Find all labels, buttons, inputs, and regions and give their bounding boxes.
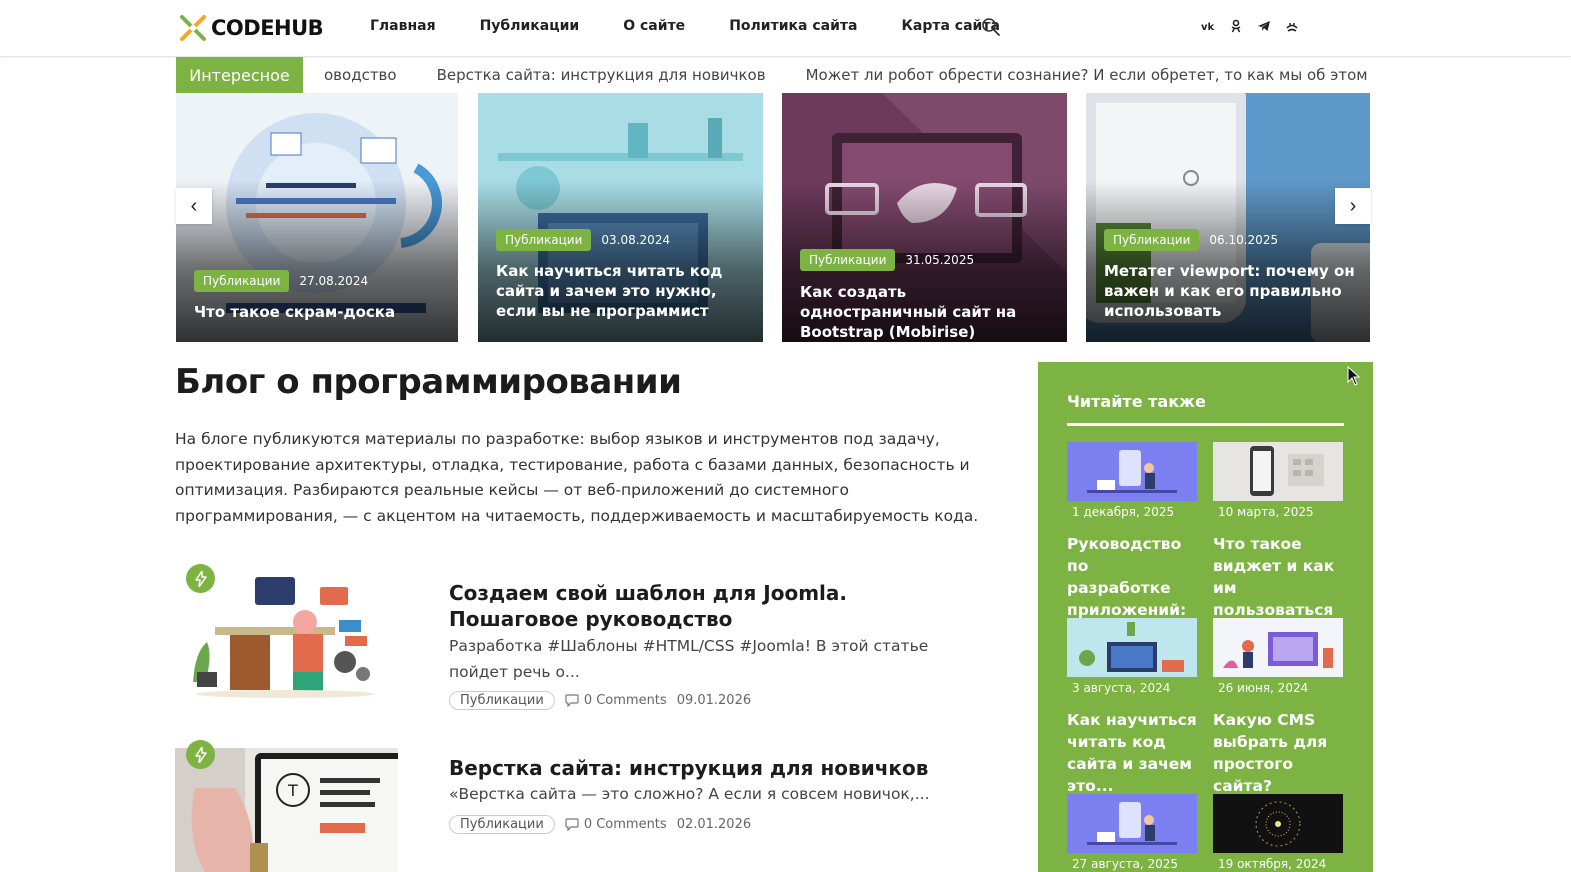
related-card[interactable]: 19 октября, 2024 xyxy=(1213,794,1343,871)
card-image xyxy=(1067,794,1197,853)
post-meta: Публикации 0 Comments 02.01.2026 xyxy=(449,815,751,834)
category-chip[interactable]: Публикации xyxy=(449,815,555,834)
mouse-cursor-icon xyxy=(1347,366,1361,386)
card-date: 3 августа, 2024 xyxy=(1072,681,1171,695)
slide-title[interactable]: Метатег viewport: почему он важен и как … xyxy=(1104,261,1356,321)
slide-card[interactable]: Публикации 27.08.2024 Что такое скрам-до… xyxy=(176,93,458,342)
nav-policy[interactable]: Политика сайта xyxy=(729,18,857,34)
slider-next-button[interactable]: › xyxy=(1335,188,1371,224)
related-card[interactable]: 27 августа, 2025 xyxy=(1067,794,1197,871)
related-card[interactable]: 10 марта, 2025 Что такое виджет и как им… xyxy=(1213,442,1343,621)
comment-icon xyxy=(565,818,579,831)
slide-card[interactable]: Публикации 31.05.2025 Как создать одност… xyxy=(782,93,1067,342)
lightning-icon xyxy=(194,570,207,587)
svg-text:T: T xyxy=(287,781,298,800)
chevron-left-icon: ‹ xyxy=(190,194,198,217)
dzen-icon[interactable] xyxy=(1285,19,1299,33)
post-item: T Верстка сайта: инструкция для новичков… xyxy=(175,738,995,872)
slide-card[interactable]: Публикации 03.08.2024 Как научиться чита… xyxy=(478,93,763,342)
main-nav: Главная Публикации О сайте Политика сайт… xyxy=(370,18,1000,34)
ticker-item[interactable]: оводство xyxy=(324,66,397,84)
featured-badge xyxy=(186,564,215,593)
post-excerpt: «Верстка сайта — это сложно? А если я со… xyxy=(449,785,930,803)
search-icon[interactable] xyxy=(981,17,1001,37)
comment-icon xyxy=(565,694,579,707)
category-badge[interactable]: Публикации xyxy=(1104,229,1200,251)
slider-prev-button[interactable]: ‹ xyxy=(176,188,212,224)
site-logo[interactable]: CODEHUB xyxy=(178,12,324,44)
nav-home[interactable]: Главная xyxy=(370,18,436,34)
logo-icon xyxy=(180,15,206,41)
comments-count: 0 Comments xyxy=(583,693,667,708)
logo-text: CODEHUB xyxy=(211,16,324,40)
related-card[interactable]: 26 июня, 2024 Какую CMS выбрать для прос… xyxy=(1213,618,1343,797)
featured-slider: Публикации 27.08.2024 Что такое скрам-до… xyxy=(176,93,1371,342)
site-header: CODEHUB Главная Публикации О сайте Полит… xyxy=(0,0,1571,57)
card-image xyxy=(1067,442,1197,501)
card-date: 27 августа, 2025 xyxy=(1072,857,1179,871)
ticker-item[interactable]: Верстка сайта: инструкция для новичков xyxy=(437,66,766,84)
intro-text: На блоге публикуются материалы по разраб… xyxy=(175,430,979,525)
sidebar-divider xyxy=(1067,423,1344,426)
card-title[interactable]: Что такое виджет и как им пользоваться xyxy=(1213,533,1343,621)
category-badge[interactable]: Публикации xyxy=(496,229,592,251)
social-links: vk xyxy=(1201,19,1299,33)
sidebar-heading: Читайте также xyxy=(1067,392,1206,411)
card-image xyxy=(1213,442,1343,501)
svg-text:vk: vk xyxy=(1201,22,1215,33)
slide-title[interactable]: Как создать одностраничный сайт на Boots… xyxy=(800,282,1053,342)
card-date: 19 октября, 2024 xyxy=(1218,857,1327,871)
post-date: 02.01.2026 xyxy=(676,817,752,832)
page-title: Блог о программировании xyxy=(175,362,682,402)
post-date: 06.10.2025 xyxy=(1209,233,1279,247)
category-badge[interactable]: Публикации xyxy=(194,270,290,292)
post-date: 31.05.2025 xyxy=(905,253,975,267)
post-date: 09.01.2026 xyxy=(676,693,752,708)
post-date: 03.08.2024 xyxy=(601,233,671,247)
comments-link[interactable]: 0 Comments xyxy=(565,817,667,832)
comments-link[interactable]: 0 Comments xyxy=(565,693,667,708)
slide-title[interactable]: Что такое скрам-доска xyxy=(194,302,444,322)
post-title[interactable]: Верстка сайта: инструкция для новичков xyxy=(449,755,949,781)
card-image xyxy=(1213,794,1343,853)
related-card[interactable]: 3 августа, 2024 Как научиться читать код… xyxy=(1067,618,1197,797)
nav-about[interactable]: О сайте xyxy=(623,18,685,34)
related-card[interactable]: 1 декабря, 2025 Руководство по разработк… xyxy=(1067,442,1197,643)
vk-icon[interactable]: vk xyxy=(1201,19,1215,33)
category-badge[interactable]: Публикации xyxy=(800,249,896,271)
ticker-item[interactable]: Может ли робот обрести сознание? И если … xyxy=(806,66,1370,84)
card-title[interactable]: Как научиться читать код сайта и зачем э… xyxy=(1067,709,1197,797)
card-date: 1 декабря, 2025 xyxy=(1072,505,1175,519)
featured-badge xyxy=(186,740,215,769)
slide-card[interactable]: Публикации 06.10.2025 Метатег viewport: … xyxy=(1086,93,1370,342)
card-date: 10 марта, 2025 xyxy=(1218,505,1314,519)
telegram-icon[interactable] xyxy=(1257,19,1271,33)
odnoklassniki-icon[interactable] xyxy=(1229,19,1243,33)
post-meta: Публикации 0 Comments 09.01.2026 xyxy=(449,691,751,710)
sidebar-read-also: Читайте также 1 декабря, 2025 Руководств… xyxy=(1038,362,1373,872)
slide-title[interactable]: Как научиться читать код сайта и зачем э… xyxy=(496,261,749,321)
card-date: 26 июня, 2024 xyxy=(1218,681,1309,695)
post-title[interactable]: Создаем свой шаблон для Joomla. Пошагово… xyxy=(449,580,949,632)
post-excerpt: Разработка #Шаблоны #HTML/CSS #Joomla! В… xyxy=(449,637,929,681)
post-date: 27.08.2024 xyxy=(299,274,369,288)
lightning-icon xyxy=(194,746,207,763)
nav-publications[interactable]: Публикации xyxy=(480,18,580,34)
card-image xyxy=(1213,618,1343,677)
chevron-right-icon: › xyxy=(1349,194,1357,217)
card-title[interactable]: Какую CMS выбрать для простого сайта? xyxy=(1213,709,1343,797)
ticker-label: Интересное xyxy=(176,57,303,93)
ticker: оводство Верстка сайта: инструкция для н… xyxy=(304,57,1370,93)
post-item: Создаем свой шаблон для Joomla. Пошагово… xyxy=(175,562,995,722)
comments-count: 0 Comments xyxy=(583,817,667,832)
card-image xyxy=(1067,618,1197,677)
category-chip[interactable]: Публикации xyxy=(449,691,555,710)
